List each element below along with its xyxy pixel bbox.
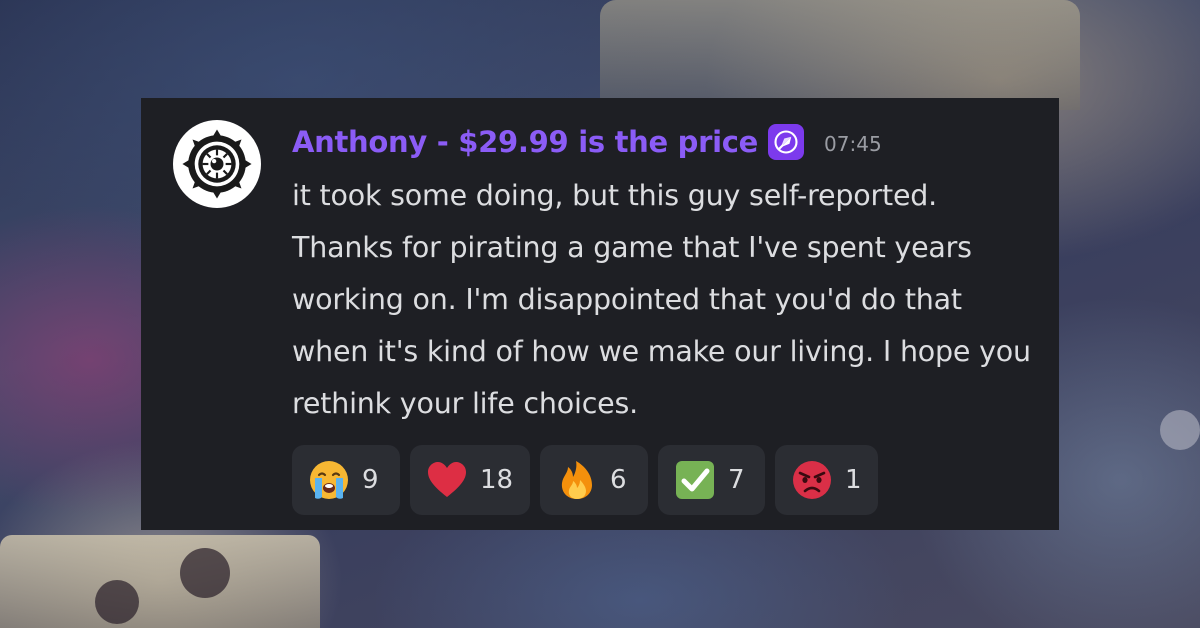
reaction-check[interactable]: 7 [658, 445, 765, 515]
message-header: Anthony - $29.99 is the price 07:45 [292, 120, 882, 164]
background-machine [0, 535, 320, 628]
eyeball-logo-icon [182, 129, 252, 199]
reaction-crying[interactable]: 9 [292, 445, 400, 515]
reaction-heart[interactable]: 18 [410, 445, 530, 515]
reaction-fire[interactable]: 6 [540, 445, 648, 515]
background-ship [600, 0, 1080, 110]
reaction-count: 1 [845, 465, 862, 495]
background-speaker [180, 548, 230, 598]
rocket-icon [774, 130, 798, 154]
avatar[interactable] [173, 120, 261, 208]
background-light [1160, 410, 1200, 450]
fire-icon [554, 457, 600, 503]
rocket-badge-icon[interactable] [768, 124, 805, 160]
background-speaker [95, 580, 139, 624]
reaction-count: 9 [362, 465, 379, 495]
reaction-angry[interactable]: 1 [775, 445, 878, 515]
reactions-bar: 9 18 6 7 1 [292, 445, 878, 515]
message-timestamp: 07:45 [824, 132, 882, 156]
reaction-count: 18 [480, 465, 514, 495]
message-content: it took some doing, but this guy self-re… [292, 179, 1031, 420]
author-name[interactable]: Anthony - $29.99 is the price [292, 125, 758, 159]
red-heart-icon [424, 457, 470, 503]
white-check-mark-icon [672, 457, 718, 503]
reaction-count: 7 [728, 465, 745, 495]
chat-message: Anthony - $29.99 is the price 07:45 it t… [141, 98, 1059, 530]
angry-face-icon [789, 457, 835, 503]
reaction-count: 6 [610, 465, 627, 495]
loudly-crying-face-icon [306, 457, 352, 503]
